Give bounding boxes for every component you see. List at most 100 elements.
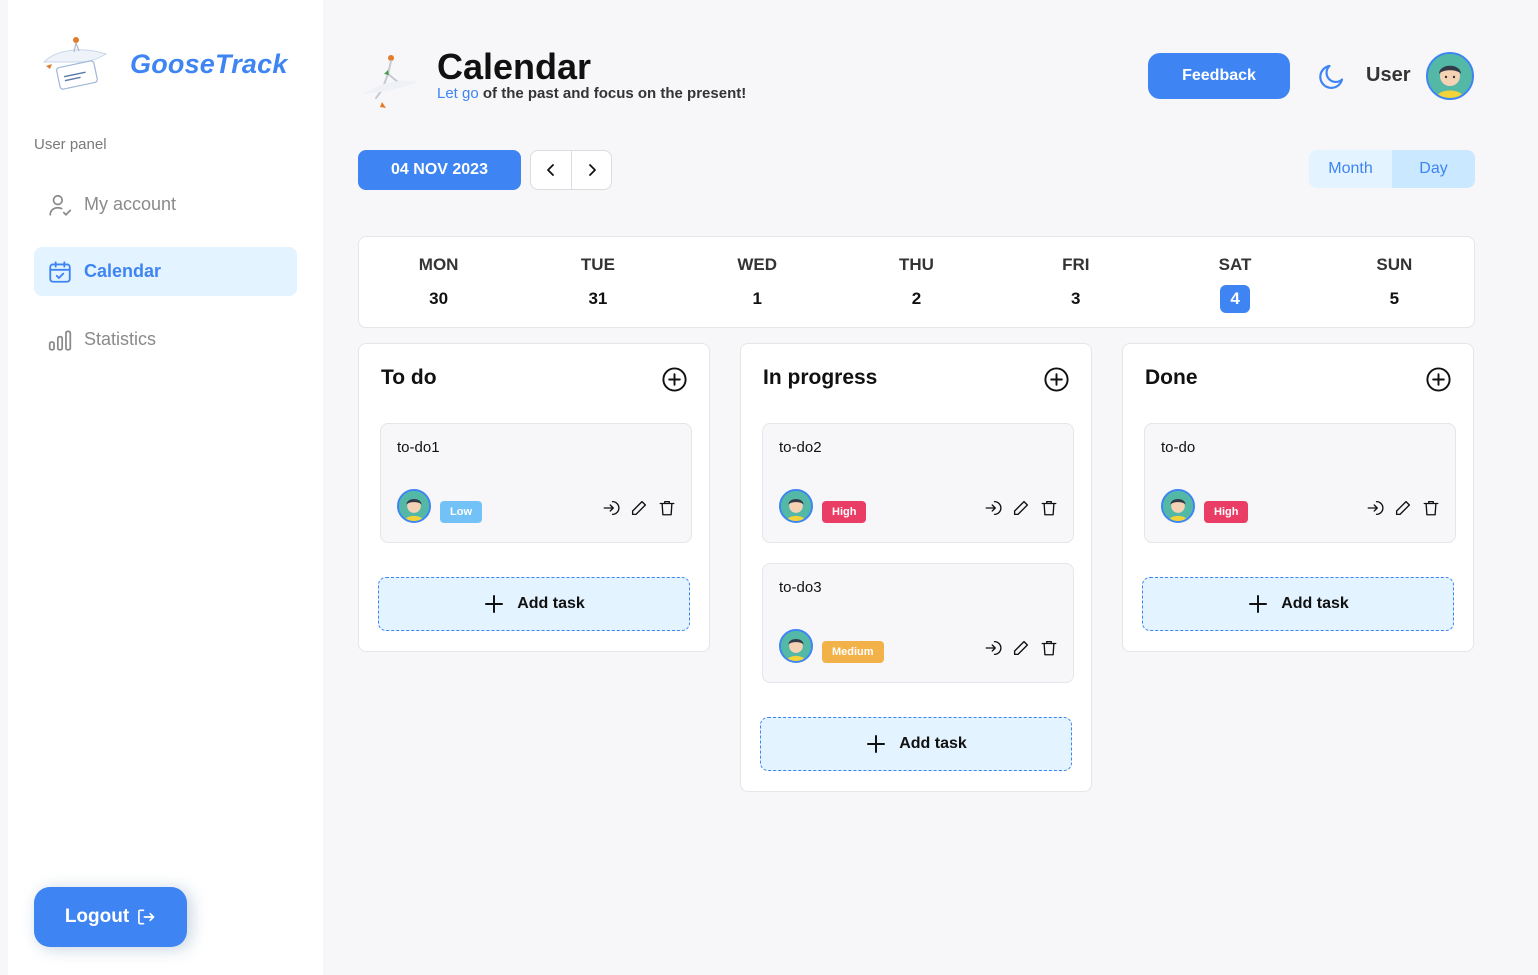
user-panel-label: User panel <box>34 136 107 153</box>
plus-icon <box>865 733 887 755</box>
day-fri[interactable]: FRI 3 <box>996 237 1155 327</box>
sidebar-item-my-account[interactable]: My account <box>34 180 297 229</box>
avatar-face-icon <box>781 631 811 661</box>
avatar-face-icon <box>1163 491 1193 521</box>
motto-rest: of the past and focus on the present! <box>478 85 747 102</box>
brand-name: GooseTrack <box>130 48 288 79</box>
move-task-icon[interactable] <box>601 498 621 518</box>
trash-icon[interactable] <box>657 498 677 518</box>
day-date: 5 <box>1389 289 1400 308</box>
task-actions <box>1365 498 1441 518</box>
priority-badge: Low <box>440 501 482 523</box>
day-date: 3 <box>1071 289 1081 308</box>
prev-period-button[interactable] <box>531 151 571 189</box>
week-strip: MON 30 TUE 31 WED 1 THU 2 FRI 3 SAT 4 SUN 5 <box>358 236 1475 328</box>
column-title: To do <box>381 366 437 389</box>
add-circle-icon[interactable] <box>661 366 688 393</box>
sidebar-item-calendar[interactable]: Calendar <box>34 247 297 296</box>
chevron-right-icon <box>588 164 596 176</box>
task-text: to-do3 <box>779 579 822 596</box>
add-circle-icon[interactable] <box>1425 366 1452 393</box>
move-task-icon[interactable] <box>983 638 1003 658</box>
avatar-face-icon <box>399 491 429 521</box>
trash-icon[interactable] <box>1039 498 1059 518</box>
add-task-button[interactable]: Add task <box>1142 577 1454 631</box>
logout-arrow-icon <box>136 907 156 927</box>
task-card[interactable]: to-do1 Low <box>380 423 692 543</box>
user-check-icon <box>47 192 73 218</box>
move-task-icon[interactable] <box>1365 498 1385 518</box>
add-task-label: Add task <box>1281 595 1349 612</box>
sidebar-item-statistics[interactable]: Statistics <box>34 315 297 364</box>
brand-logo[interactable]: GooseTrack <box>36 32 288 96</box>
task-card[interactable]: to-do High <box>1144 423 1456 543</box>
task-text: to-do2 <box>779 439 822 456</box>
task-avatar <box>1161 489 1195 523</box>
day-date-selected: 4 <box>1220 285 1251 313</box>
view-month-button[interactable]: Month <box>1309 150 1392 188</box>
logout-button[interactable]: Logout <box>34 887 187 947</box>
edit-pencil-icon[interactable] <box>1011 638 1031 658</box>
day-name: SUN <box>1376 255 1413 274</box>
task-card[interactable]: to-do2 High <box>762 423 1074 543</box>
move-task-icon[interactable] <box>983 498 1003 518</box>
logout-label: Logout <box>64 906 130 927</box>
add-task-button[interactable]: Add task <box>760 717 1072 771</box>
day-sat[interactable]: SAT 4 <box>1155 237 1314 327</box>
feedback-button[interactable]: Feedback <box>1148 53 1290 99</box>
task-actions <box>601 498 677 518</box>
user-name: User <box>1366 64 1411 86</box>
day-name: TUE <box>580 255 615 274</box>
avatar-face-icon <box>781 491 811 521</box>
task-card[interactable]: to-do3 Medium <box>762 563 1074 683</box>
task-text: to-do1 <box>397 439 440 456</box>
add-task-button[interactable]: Add task <box>378 577 690 631</box>
trash-icon[interactable] <box>1039 638 1059 658</box>
day-name: WED <box>737 255 778 274</box>
avatar-face-icon <box>1428 54 1472 98</box>
next-period-button[interactable] <box>571 151 611 189</box>
add-task-label: Add task <box>899 735 967 752</box>
edit-pencil-icon[interactable] <box>1011 498 1031 518</box>
motto-accent: Let go <box>437 85 479 102</box>
priority-badge: High <box>822 501 867 523</box>
period-pager <box>530 150 612 190</box>
day-date: 2 <box>911 289 922 308</box>
day-date: 1 <box>752 289 762 308</box>
plus-icon <box>483 593 505 615</box>
chevron-left-icon <box>547 164 554 176</box>
add-circle-icon[interactable] <box>1043 366 1070 393</box>
edit-pencil-icon[interactable] <box>1393 498 1413 518</box>
day-sun[interactable]: SUN 5 <box>1315 237 1474 327</box>
sidebar-item-label: My account <box>84 194 177 214</box>
page-header: Calendar Let go of the past and focus on… <box>358 44 1476 114</box>
avatar[interactable] <box>1426 52 1474 100</box>
day-thu[interactable]: THU 2 <box>837 237 996 327</box>
view-day-button[interactable]: Day <box>1392 150 1475 188</box>
column-in-progress: In progress to-do2 High to-do3 Medium Ad… <box>740 343 1092 792</box>
day-date: 31 <box>588 289 608 308</box>
column-title: Done <box>1145 366 1198 389</box>
chart-bars-icon <box>47 327 73 353</box>
day-tue[interactable]: TUE 31 <box>518 237 677 327</box>
day-date: 30 <box>429 289 449 308</box>
day-wed[interactable]: WED 1 <box>678 237 837 327</box>
priority-badge: High <box>1204 501 1249 523</box>
page-title: Calendar <box>437 46 592 87</box>
day-name: MON <box>418 255 459 274</box>
goose-logo-icon <box>42 37 108 90</box>
current-date-button[interactable]: 04 NOV 2023 <box>358 150 521 190</box>
day-mon[interactable]: MON 30 <box>359 237 518 327</box>
edit-pencil-icon[interactable] <box>629 498 649 518</box>
task-avatar <box>779 489 813 523</box>
column-todo: To do to-do1 Low Add task <box>358 343 710 652</box>
goose-mascot-icon <box>364 55 418 108</box>
view-switch: Month Day <box>1309 150 1475 188</box>
task-actions <box>983 638 1059 658</box>
task-actions <box>983 498 1059 518</box>
moon-icon[interactable] <box>1316 60 1348 92</box>
trash-icon[interactable] <box>1421 498 1441 518</box>
column-done: Done to-do High Add task <box>1122 343 1474 652</box>
sidebar-item-label: Calendar <box>84 261 162 281</box>
priority-badge: Medium <box>822 641 884 663</box>
